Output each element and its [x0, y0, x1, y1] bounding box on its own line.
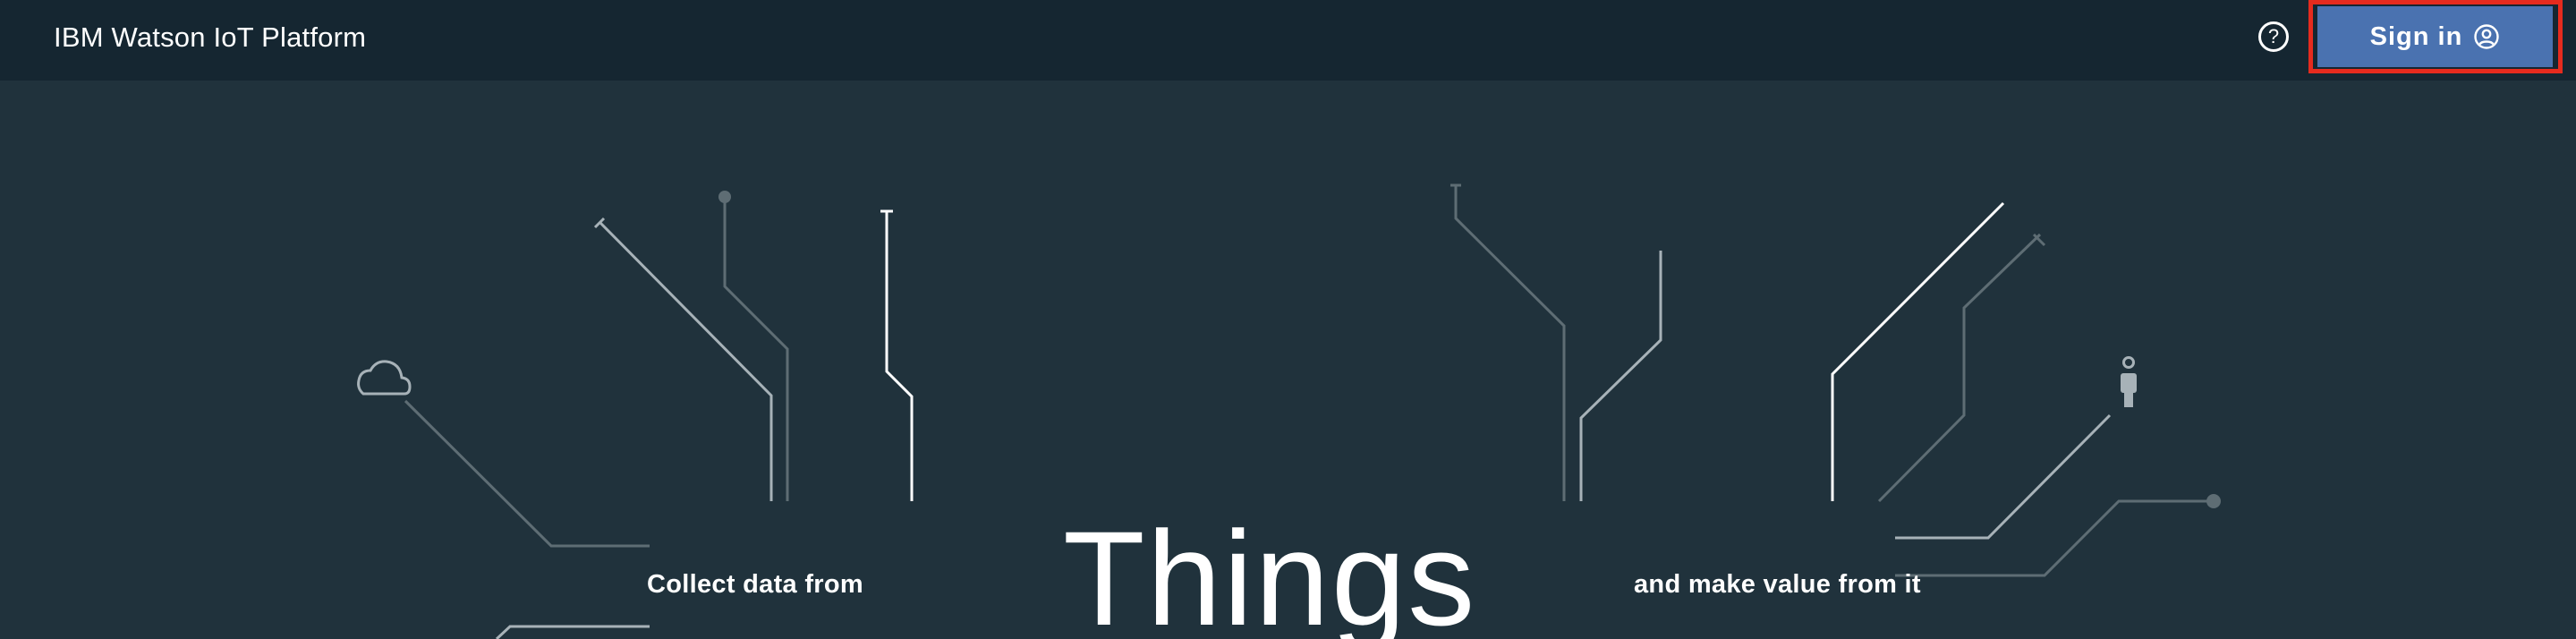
circuit-line [1454, 185, 1566, 501]
circuit-line [1877, 233, 2042, 503]
circuit-line [404, 399, 650, 548]
circuit-line [1895, 413, 2112, 540]
circuit-line [598, 220, 773, 501]
circuit-line [1831, 201, 2005, 501]
hero-headline: Things [1063, 503, 1477, 639]
hero-left-caption: Collect data from [647, 570, 863, 599]
circuit-line [885, 211, 914, 501]
circuit-line [723, 197, 789, 501]
page: IBM Watson IoT Platform ? Sign in Collec… [0, 0, 2576, 639]
cloud-icon [357, 360, 412, 396]
person-icon [2121, 356, 2137, 407]
circuit-line [1579, 251, 1662, 501]
circuit-line [495, 625, 650, 639]
hero-right-caption: and make value from it [1634, 570, 1921, 599]
